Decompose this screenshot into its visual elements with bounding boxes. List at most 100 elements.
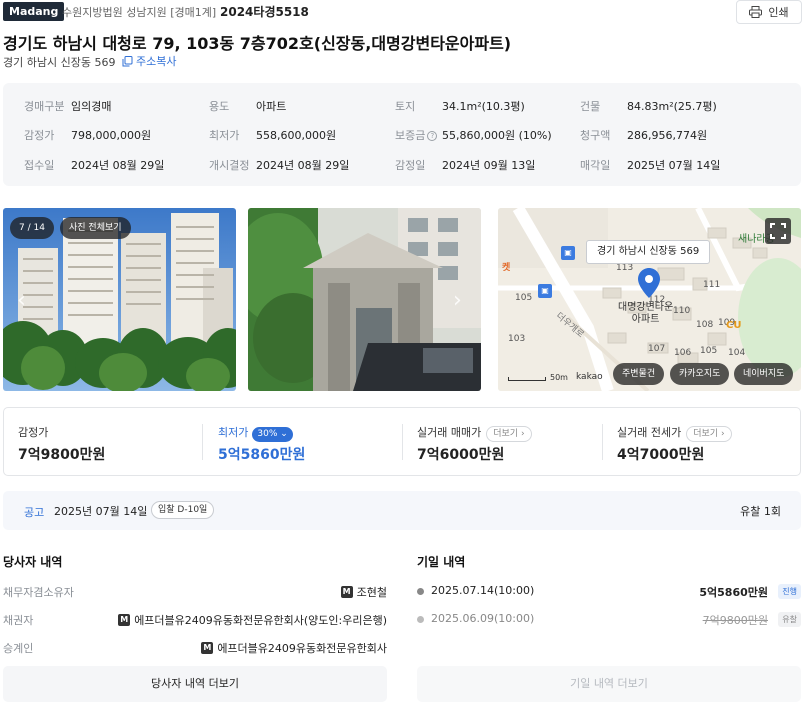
- nearby-items-button[interactable]: 주변물건: [613, 363, 665, 385]
- map-building-number: 104: [728, 348, 746, 358]
- party-row: 채권자 M 에프더블유2409유동화전문유한회사(양도인:우리은행): [3, 612, 387, 628]
- top-bar: Madang 수원지방법원 성남지원 [경매1계] 2024타경5518 인쇄: [0, 0, 803, 24]
- info-land: 토지 34.1m²(10.3평): [395, 98, 525, 114]
- auction-info-panel: 경매구분 임의경매 용도 아파트 토지 34.1m²(10.3평) 건물 84.…: [3, 83, 801, 186]
- help-icon[interactable]: ?: [427, 131, 438, 141]
- info-label: 개시결정: [209, 159, 250, 172]
- jibun-address: 경기 하남시 신장동 569: [3, 56, 116, 69]
- copy-address-button[interactable]: 주소복사: [122, 53, 176, 69]
- price-label: 실거래 전세가: [617, 426, 682, 439]
- more-label: 더보기: [493, 429, 519, 439]
- party-name: M 에프더블유2409유동화전문유한회사: [201, 640, 387, 656]
- property-photo-entrance[interactable]: ›: [248, 208, 481, 391]
- info-appraisal: 감정가 798,000,000원: [24, 127, 151, 143]
- price-label-row: 실거래 매매가 더보기 ›: [417, 424, 532, 442]
- map-scale-label: 50m: [550, 373, 568, 382]
- page-title: 경기도 하남시 대청로 79, 103동 7층702호(신장동,대명강변타운아파…: [3, 34, 512, 53]
- party-mark-icon: M: [340, 586, 353, 598]
- info-label: 보증금: [395, 129, 426, 142]
- price-appraisal: 감정가 7억9800만원: [18, 408, 198, 475]
- price-label: 실거래 매매가: [417, 426, 482, 439]
- history-row: 2025.07.14(10:00) 5억5860만원 진행: [417, 584, 801, 602]
- status-badge: 진행: [778, 584, 801, 599]
- kakao-map-button[interactable]: 카카오지도: [670, 363, 730, 385]
- map-building-number: 106: [674, 348, 692, 358]
- property-photo-exterior[interactable]: 7 / 14 사진 전체보기 ‹: [3, 208, 236, 391]
- party-mark-icon: M: [118, 614, 131, 626]
- photo-counter: 7 / 14: [10, 217, 54, 239]
- party-role: 승계인: [3, 642, 34, 655]
- entrance-photo-image: [248, 208, 481, 391]
- info-label: 매각일: [580, 159, 611, 172]
- info-minimum: 최저가 558,600,000원: [209, 127, 336, 143]
- party-name: M 에프더블유2409유동화전문유한회사(양도인:우리은행): [118, 612, 387, 628]
- info-label: 청구액: [580, 129, 611, 142]
- price-label: 최저가: [218, 426, 249, 439]
- chevron-down-icon: ⌄: [280, 429, 288, 439]
- dday-badge: 입찰 D-10일: [151, 501, 215, 519]
- info-label: 건물: [580, 100, 601, 113]
- party-role: 채무자겸소유자: [3, 586, 74, 599]
- naver-map-button[interactable]: 네이버지도: [734, 363, 794, 385]
- case-number: 2024타경5518: [220, 5, 309, 19]
- info-value: 798,000,000원: [71, 129, 152, 142]
- parties-more-button[interactable]: 당사자 내역 더보기: [3, 666, 387, 702]
- kakao-logo: kakao: [576, 372, 603, 382]
- info-sale-date: 매각일 2025년 07월 14일: [580, 157, 720, 173]
- price-value: 7억9800만원: [18, 447, 106, 463]
- prev-photo-icon[interactable]: ‹: [17, 288, 26, 313]
- notice-date: 2025년 07월 14일: [54, 505, 148, 518]
- price-jeonse: 실거래 전세가 더보기 › 4억7000만원: [617, 408, 797, 475]
- info-label: 토지: [395, 100, 416, 113]
- info-value: 2025년 07월 14일: [627, 159, 721, 172]
- history-more-button[interactable]: 기일 내역 더보기: [417, 666, 801, 702]
- map-store-label: CU: [726, 320, 742, 331]
- map-building-number: 105: [515, 293, 533, 303]
- party-name-text: 에프더블유2409유동화전문유한회사: [217, 642, 387, 655]
- history-date: 2025.07.14(10:00): [431, 584, 535, 597]
- map-building-number: 110: [673, 306, 691, 316]
- map-fullscreen-button[interactable]: [765, 218, 791, 244]
- info-label: 감정일: [395, 159, 426, 172]
- info-deposit: 보증금? 55,860,000원 (10%): [395, 127, 552, 143]
- info-value: 2024년 08월 29일: [256, 159, 350, 172]
- party-role: 채권자: [3, 614, 34, 627]
- history-dot: [417, 616, 424, 623]
- info-value: 558,600,000원: [256, 129, 337, 142]
- discount-badge[interactable]: 30% ⌄: [252, 427, 293, 442]
- map-building-number: 111: [703, 280, 721, 290]
- info-label: 최저가: [209, 129, 240, 142]
- chevron-right-icon: ›: [720, 429, 725, 439]
- info-label: 경매구분: [24, 100, 65, 113]
- printer-icon: [749, 6, 763, 18]
- price-value: 4억7000만원: [617, 447, 705, 463]
- price-summary: 감정가 7억9800만원 최저가 30% ⌄ 5억5860만원 실거래 매매가 더보…: [3, 407, 801, 476]
- price-minimum: 최저가 30% ⌄ 5억5860만원: [218, 408, 398, 475]
- print-button[interactable]: 인쇄: [736, 0, 802, 24]
- party-name: M 조현철: [340, 584, 387, 600]
- info-claim: 청구액 286,956,774원: [580, 127, 707, 143]
- party-mark-icon: M: [201, 642, 214, 654]
- history-price: 7억9800만원: [702, 614, 768, 627]
- party-name-text: 에프더블유2409유동화전문유한회사(양도인:우리은행): [134, 614, 387, 627]
- history-dot: [417, 588, 424, 595]
- status-badge: 유찰: [778, 612, 801, 627]
- map-label-fragment: 켓: [502, 263, 511, 273]
- price-label-row: 최저가 30% ⌄: [218, 424, 293, 442]
- info-commencement: 개시결정 2024년 08월 29일: [209, 157, 349, 173]
- party-row: 승계인 M 에프더블유2409유동화전문유한회사: [3, 640, 387, 656]
- copy-address-label: 주소복사: [136, 55, 177, 68]
- info-value: 2024년 09월 13일: [442, 159, 536, 172]
- view-all-photos-button[interactable]: 사진 전체보기: [60, 217, 131, 239]
- location-pin-icon: [638, 268, 660, 298]
- jeonse-more-button[interactable]: 더보기 ›: [686, 426, 732, 442]
- madang-logo[interactable]: Madang: [3, 2, 65, 21]
- info-building: 건물 84.83m²(25.7평): [580, 98, 717, 114]
- location-map[interactable]: 켓 113 111 110 112 105 103 108 109 107 10…: [498, 208, 801, 391]
- trade-more-button[interactable]: 더보기 ›: [486, 426, 532, 442]
- history-price: 5억5860만원: [699, 586, 768, 599]
- court-name: 수원지방법원 성남지원 [경매1계]: [62, 6, 217, 19]
- next-photo-icon[interactable]: ›: [453, 288, 462, 313]
- info-value: 임의경매: [71, 100, 112, 113]
- history-section-title: 기일 내역: [417, 555, 466, 569]
